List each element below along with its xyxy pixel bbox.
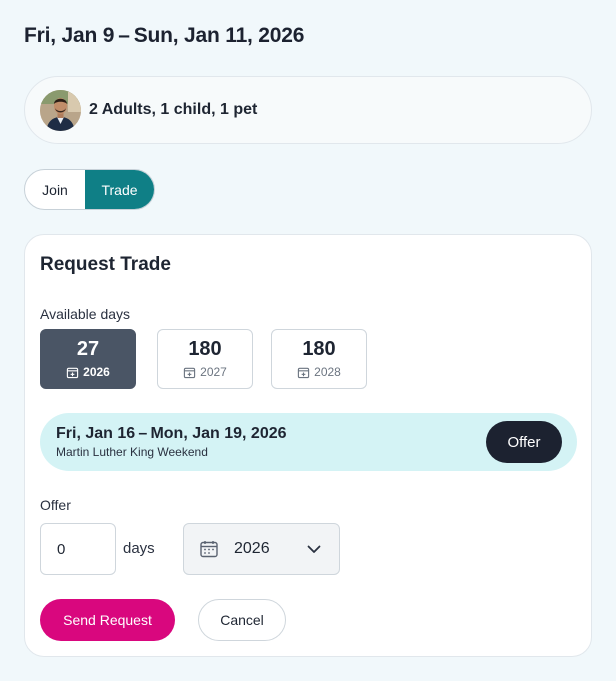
cancel-button[interactable]: Cancel [198, 599, 286, 641]
calendar-add-icon [66, 367, 79, 378]
days-count: 180 [188, 338, 222, 360]
card-title: Request Trade [40, 254, 171, 275]
party-summary-text: 2 Adults, 1 child, 1 pet [89, 101, 258, 118]
calendar-icon [200, 541, 218, 558]
days-year: 2027 [200, 365, 227, 379]
available-days-2027[interactable]: 180 2027 [157, 329, 253, 389]
offer-days-suffix: days [123, 540, 155, 557]
request-trade-card: Request Trade Available days 27 2026 180… [24, 234, 592, 657]
calendar-add-icon [297, 367, 310, 378]
date-range-heading: Fri, Jan 9 – Sun, Jan 11, 2026 [24, 24, 305, 47]
calendar-add-icon [183, 367, 196, 378]
available-days-2028[interactable]: 180 2028 [271, 329, 367, 389]
offer-weekend-holiday: Martin Luther King Weekend [56, 445, 208, 460]
days-year: 2028 [314, 365, 341, 379]
avatar [40, 89, 81, 131]
available-days-label: Available days [40, 306, 131, 322]
days-year: 2026 [83, 365, 110, 379]
days-count: 27 [76, 338, 100, 360]
toggle-join[interactable]: Join [25, 170, 85, 209]
chevron-down-icon [307, 545, 321, 553]
offer-button[interactable]: Offer [486, 421, 562, 463]
party-summary-pill[interactable]: 2 Adults, 1 child, 1 pet [24, 76, 592, 144]
days-count: 180 [302, 338, 336, 360]
offer-label: Offer [40, 497, 71, 513]
toggle-trade[interactable]: Trade [85, 170, 154, 209]
offer-year-value: 2026 [234, 540, 270, 557]
join-trade-toggle: Join Trade [24, 169, 155, 210]
offer-days-input[interactable] [40, 523, 116, 575]
available-days-2026[interactable]: 27 2026 [40, 329, 136, 389]
offer-weekend-dates: Fri, Jan 16 – Mon, Jan 19, 2026 [56, 424, 287, 442]
offer-year-select[interactable]: 2026 [183, 523, 340, 575]
send-request-button[interactable]: Send Request [40, 599, 175, 641]
offer-weekend-item: Fri, Jan 16 – Mon, Jan 19, 2026 Martin L… [40, 413, 577, 471]
